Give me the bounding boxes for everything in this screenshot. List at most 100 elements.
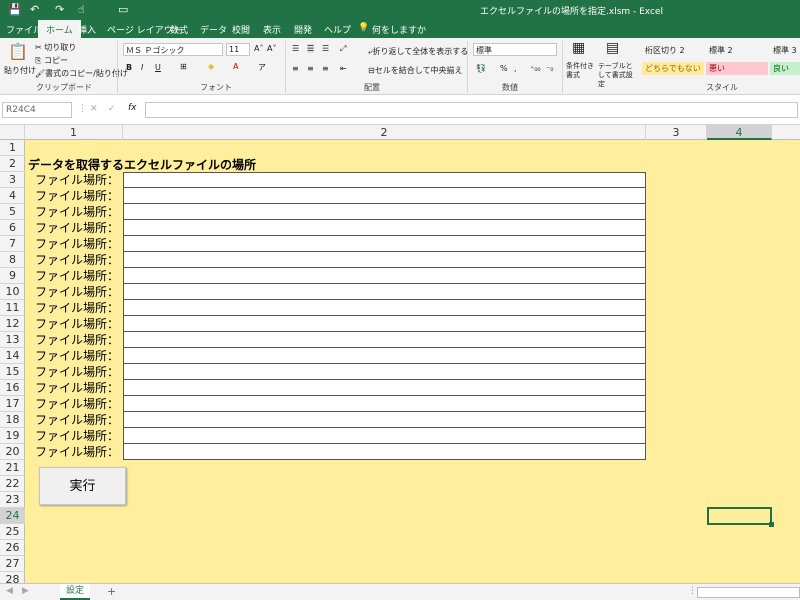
save-icon[interactable]: 💾 [8,3,22,16]
sheet-tab-settings[interactable]: 設定 [60,584,90,600]
enter-icon[interactable]: ✓ [108,104,116,114]
row-header[interactable]: 6 [0,220,25,236]
conditional-format-icon[interactable]: ▦ [572,40,585,56]
file-path-input[interactable] [123,316,646,332]
conditional-format-button[interactable]: 条件付き書式 [566,62,596,80]
row-header[interactable]: 24 [0,508,25,524]
file-path-input[interactable] [123,220,646,236]
row-header[interactable]: 3 [0,172,25,188]
number-format-select[interactable]: 標準 [473,43,557,56]
row-header[interactable]: 15 [0,364,25,380]
tab-view[interactable]: 表示 [263,23,281,36]
file-path-input[interactable] [123,348,646,364]
row-header[interactable]: 14 [0,348,25,364]
row-header[interactable]: 18 [0,412,25,428]
file-path-input[interactable] [123,284,646,300]
cell-area[interactable]: データを取得するエクセルファイルの場所 ファイル場所： ファイル場所： ファイル場所… [25,140,800,583]
column-header[interactable]: 2 [123,125,646,140]
align-right-icon[interactable]: ≡ [322,64,329,73]
copy-button[interactable]: ⎘ コピー [35,55,68,66]
table-format-icon[interactable]: ▤ [606,40,619,56]
file-path-input[interactable] [123,252,646,268]
file-path-input[interactable] [123,204,646,220]
file-path-input[interactable] [123,412,646,428]
file-path-input[interactable] [123,268,646,284]
select-all-corner[interactable] [0,125,25,140]
row-header[interactable]: 19 [0,428,25,444]
align-center-icon[interactable]: ≡ [307,64,314,73]
row-header[interactable]: 2 [0,156,25,172]
decrease-decimal-icon[interactable]: ⁻₀ [546,64,553,73]
file-path-input[interactable] [123,444,646,460]
row-header[interactable]: 27 [0,556,25,572]
row-header[interactable]: 17 [0,396,25,412]
row-header[interactable]: 25 [0,524,25,540]
style-good[interactable]: 良い [770,62,800,75]
tab-help[interactable]: ヘルプ [324,23,351,36]
file-path-input[interactable] [123,188,646,204]
file-path-input[interactable] [123,172,646,188]
style-neutral[interactable]: どちらでもない [642,62,704,75]
row-header[interactable]: 22 [0,476,25,492]
row-header[interactable]: 12 [0,316,25,332]
format-painter-button[interactable]: 🖌書式のコピー/貼り付け [35,68,128,79]
column-header[interactable]: 3 [646,125,707,140]
undo-icon[interactable]: ↶ [30,3,39,16]
wrap-text-button[interactable]: ⤶折り返して全体を表示する [368,46,468,57]
row-header[interactable]: 10 [0,284,25,300]
row-header[interactable]: 23 [0,492,25,508]
file-path-input[interactable] [123,380,646,396]
row-header[interactable]: 21 [0,460,25,476]
tab-formulas[interactable]: 数式 [170,23,188,36]
phonetic-icon[interactable]: ア [258,62,266,73]
touch-mode-icon[interactable]: ☝ [78,3,85,16]
tab-developer[interactable]: 開発 [294,23,312,36]
row-header[interactable]: 20 [0,444,25,460]
row-header[interactable]: 26 [0,540,25,556]
align-top-icon[interactable]: ☰ [292,44,299,53]
customize-qat-icon[interactable]: ▭ [118,3,128,16]
italic-button[interactable]: I [141,63,143,72]
increase-decimal-icon[interactable]: ⁺₀₀ [530,64,541,73]
insert-function-icon[interactable]: fx [128,103,137,113]
tab-insert[interactable]: 挿入 [78,23,96,36]
paste-icon[interactable]: 📋 [8,42,28,61]
formula-input[interactable] [145,102,798,118]
indent-icon[interactable]: ⇤ [340,64,347,73]
style-normal-2[interactable]: 標準 2 [706,44,768,57]
format-as-table-button[interactable]: テーブルとして書式設定 [598,62,636,89]
style-bad[interactable]: 悪い [706,62,768,75]
file-path-input[interactable] [123,364,646,380]
row-header[interactable]: 9 [0,268,25,284]
font-color-icon[interactable]: A [233,62,238,71]
file-path-input[interactable] [123,300,646,316]
tell-me-search[interactable]: 何をしますか [372,23,426,36]
row-header[interactable]: 13 [0,332,25,348]
decrease-font-icon[interactable]: A˅ [267,44,276,53]
tab-data[interactable]: データ [200,23,227,36]
column-header[interactable]: 1 [25,125,123,140]
name-box[interactable]: R24C4 [2,102,72,118]
redo-icon[interactable]: ↷ [55,3,64,16]
file-path-input[interactable] [123,428,646,444]
tab-file[interactable]: ファイル [6,23,42,36]
row-header[interactable]: 1 [0,140,25,156]
style-comma-2[interactable]: 桁区切り 2 [642,44,704,57]
align-bottom-icon[interactable]: ☰ [322,44,329,53]
font-size-select[interactable]: 11 [226,43,250,56]
row-header[interactable]: 4 [0,188,25,204]
cancel-icon[interactable]: ✕ [90,104,98,114]
increase-font-icon[interactable]: A˄ [254,44,263,53]
currency-icon[interactable]: 💱 [476,64,486,73]
run-button[interactable]: 実行 [39,467,126,505]
file-path-input[interactable] [123,396,646,412]
row-header[interactable]: 7 [0,236,25,252]
file-path-input[interactable] [123,236,646,252]
comma-icon[interactable]: , [514,64,517,73]
underline-button[interactable]: U [155,63,161,72]
row-header[interactable]: 5 [0,204,25,220]
fill-color-icon[interactable]: ◈ [208,62,214,71]
style-normal-3[interactable]: 標準 3 [770,44,800,57]
horizontal-scrollbar[interactable] [697,587,800,598]
row-header[interactable]: 11 [0,300,25,316]
